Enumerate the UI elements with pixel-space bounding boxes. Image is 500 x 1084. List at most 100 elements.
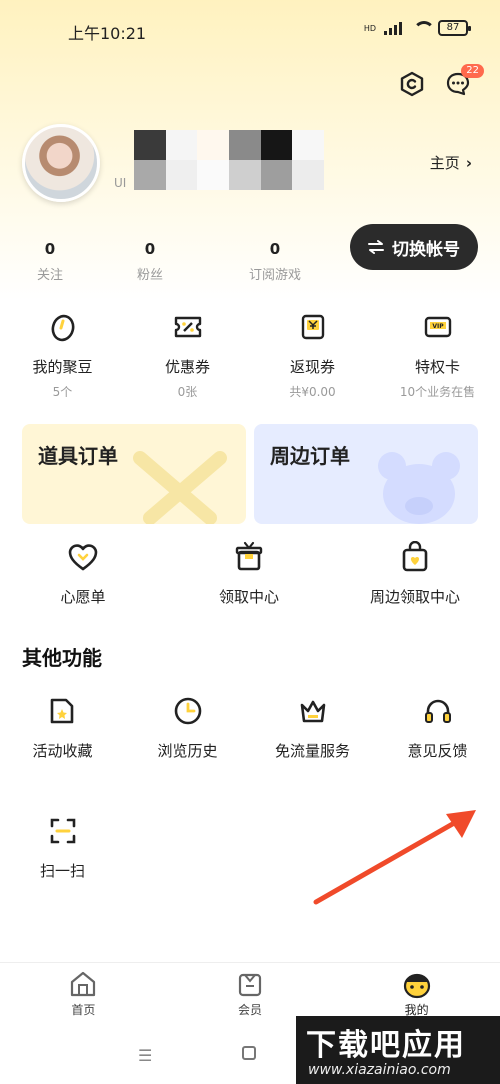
battery-icon: 87 [438,20,471,36]
order-cards: 道具订单 周边订单 [22,424,478,524]
member-icon [233,969,267,999]
bear-icon [378,452,460,524]
merch-order-title: 周边订单 [270,444,350,468]
props-order-title: 道具订单 [38,444,118,468]
service-title: 周边领取中心 [369,588,460,606]
battery-level: 87 [446,22,460,33]
bag-icon [398,540,432,574]
annotation-arrow [313,810,476,905]
other-features-heading: 其他功能 [22,646,102,670]
nav-mine[interactable]: 我的 [333,963,500,1024]
feature-activity-favorites[interactable]: 活动收藏 [0,694,125,761]
feature-browse-history[interactable]: 浏览历史 [125,694,250,761]
service-wishlist[interactable]: 心愿单 [0,540,166,607]
wallet-sub: 0张 [177,385,198,399]
stat-label: 粉丝 [136,268,163,283]
wallet-sub: 10个业务在售 [399,385,476,399]
crown-icon [296,694,330,728]
wifi-icon [412,21,435,35]
feature-title: 免流量服务 [274,742,350,760]
settings-button[interactable] [398,70,426,98]
stat-label: 订阅游戏 [248,268,301,283]
status-icons: HD 87 [363,20,471,36]
headphones-icon [421,694,455,728]
home-page-link[interactable]: 主页 › [430,152,472,173]
bean-icon [48,312,78,342]
stat-value: 0 [144,240,156,258]
uid-label: UI [114,176,127,190]
feature-feedback[interactable]: 意见反馈 [375,694,500,761]
menu-icon[interactable]: ☰ [138,1046,152,1065]
stat-value: 0 [269,240,281,258]
messages-button[interactable]: 22 [444,64,484,98]
wallet-item-cashback[interactable]: 返现券 共¥0.00 [250,312,375,400]
service-claim-center[interactable]: 领取中心 [166,540,332,607]
cashback-icon [298,312,328,342]
clock-icon [171,694,205,728]
stat-value: 0 [44,240,56,258]
avatar[interactable] [22,124,100,202]
feature-title: 意见反馈 [407,742,468,760]
site-watermark: 下载吧应用 www.xiazainiao.com [296,1016,500,1084]
wallet-sub: 5个 [52,385,73,399]
nav-member[interactable]: 会员 [167,963,334,1024]
switch-account-label: 切换帐号 [392,239,460,260]
other-features-row: 活动收藏 浏览历史 免流量服务 意见反馈 [0,694,500,761]
stat-fans[interactable]: 0 粉丝 [120,240,180,283]
service-title: 心愿单 [60,588,106,606]
service-merch-claim[interactable]: 周边领取中心 [332,540,498,607]
wallet-sub: 共¥0.00 [289,385,336,399]
scan-icon [46,814,80,848]
signal-icon [384,21,404,35]
watermark-url: www.xiazainiao.com [308,1062,451,1078]
top-actions: 22 [398,64,484,98]
wallet-title: 我的聚豆 [32,358,93,376]
wallet-title: 返现券 [289,358,335,376]
nav-home[interactable]: 首页 [0,963,167,1024]
stat-subscribed-games[interactable]: 0 订阅游戏 [220,240,330,283]
vip-card-icon: VIP [423,312,453,342]
wallet-title: 特权卡 [414,358,460,376]
message-count-badge: 22 [461,64,484,78]
hd-label: HD [363,23,376,33]
coupon-icon [173,312,203,342]
wallet-item-vip[interactable]: VIP 特权卡 10个业务在售 [375,312,500,400]
gift-icon [232,540,266,574]
merch-order-card[interactable]: 周边订单 [254,424,478,524]
hexagon-settings-icon [400,71,424,97]
home-square-icon[interactable] [242,1046,256,1060]
nav-label: 首页 [71,1003,96,1017]
wallet-item-beans[interactable]: 我的聚豆 5个 [0,312,125,400]
svg-text:VIP: VIP [432,323,444,330]
watermark-brand: 下载吧应用 [306,1028,466,1063]
feature-title: 扫一扫 [39,862,85,880]
home-icon [66,969,100,999]
feature-free-data[interactable]: 免流量服务 [250,694,375,761]
heart-icon [66,540,100,574]
switch-account-button[interactable]: 切换帐号 [350,224,478,270]
feature-title: 浏览历史 [157,742,218,760]
profile-section: UI 主页 › [22,124,478,204]
feature-scan[interactable]: 扫一扫 [0,814,125,881]
status-time: 上午10:21 [68,24,147,43]
username-mosaic [134,130,324,190]
folder-star-icon [46,694,80,728]
username-block: UI [114,130,324,194]
feature-title: 活动收藏 [32,742,93,760]
stat-following[interactable]: 0 关注 [20,240,80,283]
status-bar: 上午10:21 HD 87 [0,16,500,44]
props-order-card[interactable]: 道具订单 [22,424,246,524]
wallet-title: 优惠券 [164,358,210,376]
stat-label: 关注 [36,268,63,283]
service-title: 领取中心 [218,588,279,606]
stats-row: 0 关注 0 粉丝 0 订阅游戏 [20,240,330,283]
crossed-swords-icon [133,451,227,524]
wallet-row: 我的聚豆 5个 优惠券 0张 返现券 共¥0.00 VIP 特权卡 10个业务在… [0,312,500,400]
chevron-right-icon: › [465,154,472,172]
mine-icon [400,969,434,999]
swap-arrows-icon [368,240,384,254]
home-link-label: 主页 [429,154,460,172]
wallet-item-coupons[interactable]: 优惠券 0张 [125,312,250,400]
bottom-nav: 首页 会员 我的 [0,962,500,1024]
services-row: 心愿单 领取中心 周边领取中心 [0,540,500,607]
